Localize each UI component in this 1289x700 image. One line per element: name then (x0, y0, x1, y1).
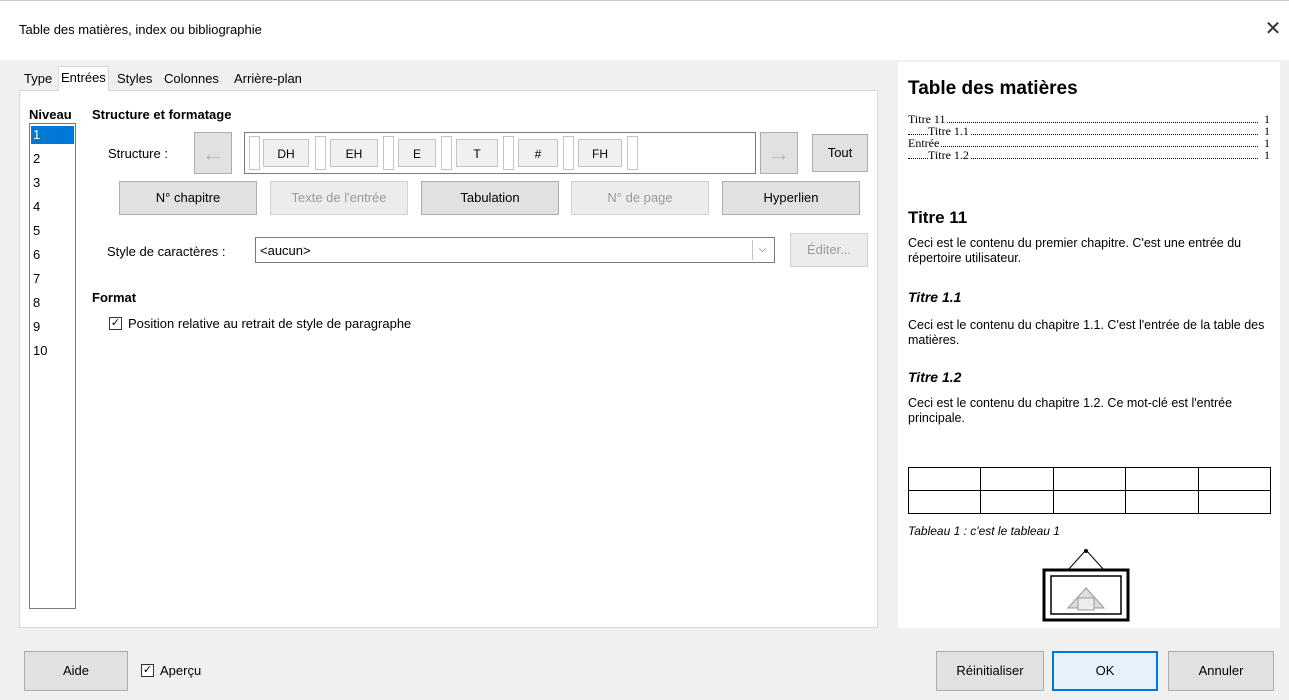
framed-picture-icon (1042, 549, 1130, 622)
level-item[interactable]: 6 (31, 246, 74, 264)
token-hash[interactable]: # (518, 139, 558, 167)
level-item[interactable]: 7 (31, 270, 74, 288)
tabulation-button[interactable]: Tabulation (421, 181, 559, 215)
cancel-button[interactable]: Annuler (1168, 651, 1274, 691)
chapter-number-button[interactable]: N° chapitre (119, 181, 257, 215)
preview-label: Aperçu (160, 663, 202, 678)
close-icon[interactable]: ✕ (1258, 14, 1288, 44)
level-header: Niveau (29, 107, 72, 122)
structure-slot[interactable] (627, 136, 638, 170)
preview-pane: Table des matières Titre 11 1 Titre 1.1 … (898, 62, 1280, 628)
level-list[interactable]: 1 2 3 4 5 6 7 8 9 10 (29, 123, 76, 609)
all-button[interactable]: Tout (812, 134, 868, 172)
level-item[interactable]: 1 (31, 126, 74, 144)
structure-slot[interactable] (563, 136, 574, 170)
level-item[interactable]: 10 (31, 342, 74, 360)
structure-label: Structure : (108, 146, 168, 161)
tab-colonnes[interactable]: Colonnes (162, 68, 221, 90)
level-item[interactable]: 9 (31, 318, 74, 336)
level-item[interactable]: 8 (31, 294, 74, 312)
structure-slot[interactable] (315, 136, 326, 170)
token-fh[interactable]: FH (578, 139, 622, 167)
structure-slot[interactable] (441, 136, 452, 170)
preview-table (907, 467, 1272, 514)
level-item[interactable]: 4 (31, 198, 74, 216)
tab-arriere-plan[interactable]: Arrière-plan (232, 68, 304, 90)
reset-button[interactable]: Réinitialiser (936, 651, 1044, 691)
preview-checkbox[interactable]: ✓ (141, 664, 154, 677)
structure-slot[interactable] (503, 136, 514, 170)
chevron-down-icon[interactable]: ⌵ (752, 240, 772, 260)
preview-heading1: Titre 11 (908, 208, 968, 227)
preview-table-caption: Tableau 1 : c'est le tableau 1 (908, 524, 1060, 538)
level-item[interactable]: 5 (31, 222, 74, 240)
preview-para2: Ceci est le contenu du chapitre 1.1. C'e… (908, 318, 1265, 347)
structure-slot[interactable] (249, 136, 260, 170)
window-title: Table des matières, index ou bibliograph… (19, 22, 262, 37)
preview-para1: Ceci est le contenu du premier chapitre.… (908, 236, 1242, 265)
token-t[interactable]: T (456, 139, 498, 167)
format-section-title: Format (92, 290, 137, 305)
char-style-value: <aucun> (260, 243, 311, 258)
relative-position-label: Position relative au retrait de style de… (128, 316, 412, 331)
char-style-select[interactable]: <aucun> ⌵ (255, 237, 775, 263)
token-e[interactable]: E (398, 139, 436, 167)
relative-position-checkbox[interactable]: ✓ (109, 317, 122, 330)
tab-entrees[interactable]: Entrées (58, 66, 109, 91)
edit-button[interactable]: Éditer... (790, 233, 868, 267)
help-button[interactable]: Aide (24, 651, 128, 691)
structure-field[interactable]: DH EH E T # FH (244, 132, 756, 174)
level-item[interactable]: 2 (31, 150, 74, 168)
preview-toc-title: Table des matières (908, 78, 1078, 99)
tab-type[interactable]: Type (22, 68, 54, 90)
token-eh[interactable]: EH (330, 139, 378, 167)
arrow-right-icon[interactable]: → (760, 132, 798, 174)
entry-text-button[interactable]: Texte de l'entrée (270, 181, 408, 215)
char-style-label: Style de caractères : (107, 244, 226, 259)
token-dh[interactable]: DH (263, 139, 309, 167)
level-item[interactable]: 3 (31, 174, 74, 192)
tab-styles[interactable]: Styles (115, 68, 154, 90)
structure-section-title: Structure et formatage (92, 107, 232, 122)
page-number-button[interactable]: N° de page (571, 181, 709, 215)
arrow-left-icon[interactable]: ← (194, 132, 232, 174)
toc-entry: Titre 1.2 1 (908, 148, 1270, 163)
preview-heading3: Titre 1.2 (908, 369, 962, 385)
hyperlink-button[interactable]: Hyperlien (722, 181, 860, 215)
preview-para3: Ceci est le contenu du chapitre 1.2. Ce … (908, 396, 1233, 425)
structure-slot[interactable] (383, 136, 394, 170)
ok-button[interactable]: OK (1052, 651, 1158, 691)
preview-heading2: Titre 1.1 (908, 289, 962, 305)
